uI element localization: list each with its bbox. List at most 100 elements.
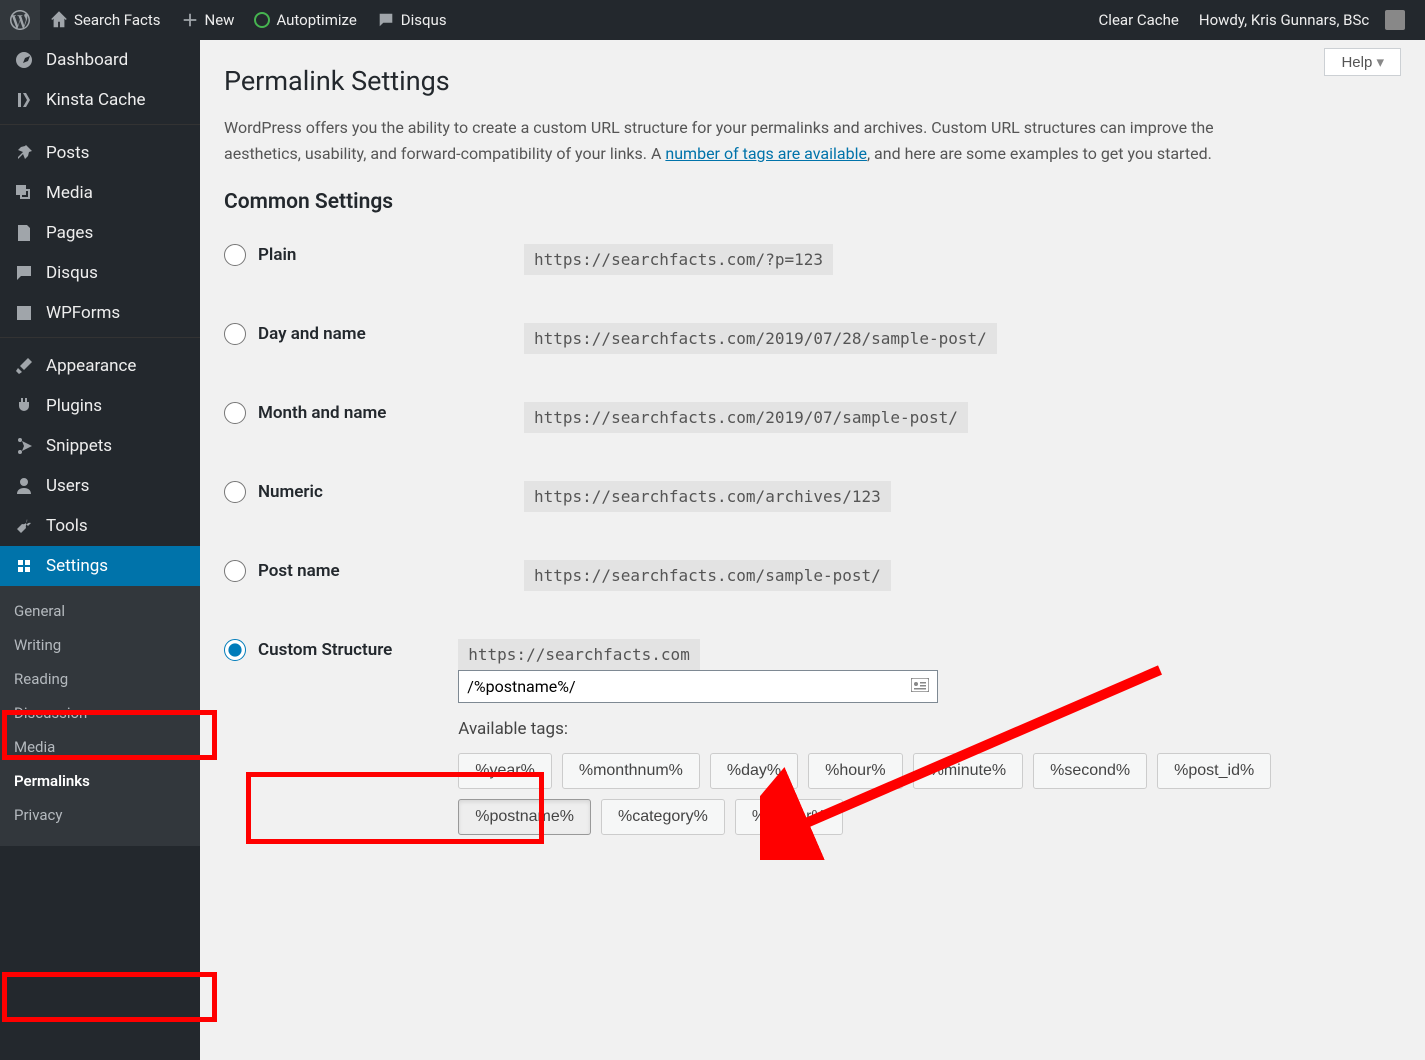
page-title: Permalink Settings: [224, 65, 1401, 97]
sidebar-item-media[interactable]: Media: [0, 173, 200, 213]
users-icon: [14, 476, 34, 496]
account-link[interactable]: Howdy, Kris Gunnars, BSc: [1189, 0, 1415, 40]
disqus-sidebar-label: Disqus: [46, 263, 98, 283]
tag-postname[interactable]: %postname%: [458, 799, 591, 835]
posts-label: Posts: [46, 143, 89, 163]
tags-container: %year% %monthnum% %day% %hour% %minute% …: [458, 753, 1401, 835]
intro-text: WordPress offers you the ability to crea…: [224, 115, 1224, 166]
dashboard-label: Dashboard: [46, 50, 128, 70]
plus-icon: [181, 11, 199, 29]
comment-icon: [377, 11, 395, 29]
option-day-label: Day and name: [258, 324, 366, 344]
radio-month[interactable]: [224, 402, 246, 424]
tools-label: Tools: [46, 516, 88, 536]
sidebar-item-settings[interactable]: Settings: [0, 546, 200, 586]
sidebar-item-pages[interactable]: Pages: [0, 213, 200, 253]
sidebar-item-plugins[interactable]: Plugins: [0, 386, 200, 426]
sidebar-item-snippets[interactable]: Snippets: [0, 426, 200, 466]
help-button[interactable]: Help: [1324, 48, 1401, 76]
disqus-label: Disqus: [401, 11, 447, 29]
radio-day[interactable]: [224, 323, 246, 345]
pin-icon: [14, 143, 34, 163]
intro-part2: , and here are some examples to get you …: [867, 144, 1212, 163]
option-plain[interactable]: Plain: [224, 244, 524, 266]
sidebar-item-dashboard[interactable]: Dashboard: [0, 40, 200, 80]
option-plain-value: https://searchfacts.com/?p=123: [524, 244, 833, 275]
submenu-reading[interactable]: Reading: [0, 662, 200, 696]
option-month-value: https://searchfacts.com/2019/07/sample-p…: [524, 402, 968, 433]
submenu-privacy[interactable]: Privacy: [0, 798, 200, 832]
pages-label: Pages: [46, 223, 93, 243]
tag-year[interactable]: %year%: [458, 753, 552, 789]
new-label: New: [205, 11, 235, 29]
option-postname-value: https://searchfacts.com/sample-post/: [524, 560, 891, 591]
settings-submenu: General Writing Reading Discussion Media…: [0, 586, 200, 846]
option-day-value: https://searchfacts.com/2019/07/28/sampl…: [524, 323, 997, 354]
tag-minute[interactable]: %minute%: [913, 753, 1023, 789]
site-name: Search Facts: [74, 11, 161, 29]
clear-cache-label: Clear Cache: [1099, 11, 1179, 29]
avatar: [1385, 10, 1405, 30]
option-numeric-label: Numeric: [258, 482, 323, 502]
disqus-link[interactable]: Disqus: [367, 0, 457, 40]
submenu-writing[interactable]: Writing: [0, 628, 200, 662]
option-postname-label: Post name: [258, 561, 340, 581]
sidebar-item-posts[interactable]: Posts: [0, 133, 200, 173]
users-label: Users: [46, 476, 89, 496]
card-icon: [903, 678, 937, 696]
snippets-icon: [14, 436, 34, 456]
sidebar-item-users[interactable]: Users: [0, 466, 200, 506]
brush-icon: [14, 356, 34, 376]
autoptimize-label: Autoptimize: [276, 11, 356, 29]
appearance-label: Appearance: [46, 356, 136, 376]
sidebar-item-appearance[interactable]: Appearance: [0, 346, 200, 386]
tag-day[interactable]: %day%: [710, 753, 798, 789]
sidebar-item-wpforms[interactable]: WPForms: [0, 293, 200, 338]
radio-numeric[interactable]: [224, 481, 246, 503]
custom-structure-input-wrap: [458, 670, 938, 703]
new-link[interactable]: New: [171, 0, 245, 40]
tags-available-link[interactable]: number of tags are available: [665, 144, 867, 163]
wpforms-label: WPForms: [46, 303, 120, 323]
tag-category[interactable]: %category%: [601, 799, 725, 835]
submenu-media[interactable]: Media: [0, 730, 200, 764]
dashboard-icon: [14, 50, 34, 70]
radio-plain[interactable]: [224, 244, 246, 266]
clear-cache-link[interactable]: Clear Cache: [1089, 0, 1189, 40]
site-name-link[interactable]: Search Facts: [40, 0, 171, 40]
submenu-permalinks[interactable]: Permalinks: [0, 764, 200, 798]
option-custom[interactable]: Custom Structure: [224, 639, 458, 661]
submenu-general[interactable]: General: [0, 594, 200, 628]
media-label: Media: [46, 183, 93, 203]
sidebar-item-kinsta-cache[interactable]: Kinsta Cache: [0, 80, 200, 125]
autoptimize-link[interactable]: Autoptimize: [244, 0, 366, 40]
option-custom-label: Custom Structure: [258, 640, 392, 660]
plugins-label: Plugins: [46, 396, 102, 416]
tag-second[interactable]: %second%: [1033, 753, 1147, 789]
option-postname[interactable]: Post name: [224, 560, 524, 582]
wp-logo[interactable]: [0, 0, 40, 40]
media-icon: [14, 183, 34, 203]
tag-hour[interactable]: %hour%: [808, 753, 902, 789]
home-icon: [50, 11, 68, 29]
custom-url-prefix: https://searchfacts.com: [458, 639, 700, 670]
tag-post-id[interactable]: %post_id%: [1157, 753, 1271, 789]
radio-postname[interactable]: [224, 560, 246, 582]
admin-sidebar: Dashboard Kinsta Cache Posts Media Pages…: [0, 40, 200, 1060]
tag-monthnum[interactable]: %monthnum%: [562, 753, 700, 789]
plugin-icon: [14, 396, 34, 416]
radio-custom[interactable]: [224, 639, 246, 661]
kinsta-label: Kinsta Cache: [46, 90, 146, 110]
sidebar-item-tools[interactable]: Tools: [0, 506, 200, 546]
option-numeric-value: https://searchfacts.com/archives/123: [524, 481, 891, 512]
settings-icon: [14, 556, 34, 576]
comment-icon: [14, 263, 34, 283]
custom-structure-input[interactable]: [459, 671, 903, 702]
option-day[interactable]: Day and name: [224, 323, 524, 345]
submenu-discussion[interactable]: Discussion: [0, 696, 200, 730]
sidebar-item-disqus[interactable]: Disqus: [0, 253, 200, 293]
option-month[interactable]: Month and name: [224, 402, 524, 424]
tag-author[interactable]: %author%: [735, 799, 843, 835]
option-numeric[interactable]: Numeric: [224, 481, 524, 503]
tools-icon: [14, 516, 34, 536]
